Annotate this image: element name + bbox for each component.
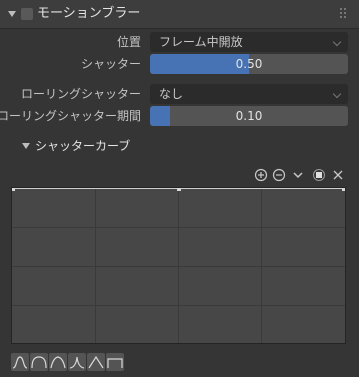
smooth-preset-button[interactable] [11,353,29,371]
clipping-icon[interactable] [312,168,326,186]
panel-header[interactable]: モーションブラー [0,0,359,29]
smooth-curve-icon [12,356,28,369]
shutter-curve-subpanel-header[interactable]: シャッターカーブ [0,136,359,156]
drag-handle-icon[interactable] [340,8,348,20]
motion-blur-checkbox[interactable] [21,8,33,20]
root-curve-icon [50,356,66,369]
shutter-value: 0.50 [235,57,263,71]
collapse-arrow-icon[interactable] [22,143,30,149]
panel-title: モーションブラー [37,6,141,21]
position-dropdown[interactable]: フレーム中開放 [150,32,348,52]
root-preset-button[interactable] [49,353,67,371]
rolling-duration-slider[interactable]: 0.10 [150,106,348,126]
sphere-curve-icon [31,356,47,369]
chevron-down-icon[interactable] [292,168,304,186]
chevron-down-icon [332,37,342,47]
rolling-duration-label: ローリングシャッター期間 [0,109,141,123]
rolling-shutter-value: なし [159,87,184,101]
sharp-curve-icon [69,356,85,369]
curve-control-point[interactable] [177,188,181,191]
sphere-preset-button[interactable] [30,353,48,371]
zoom-in-icon[interactable] [254,168,268,186]
collapse-arrow-icon[interactable] [8,11,16,17]
curve-control-point[interactable] [12,188,15,191]
max-preset-button[interactable] [106,353,124,371]
linear-preset-button[interactable] [87,353,105,371]
rolling-duration-value: 0.10 [235,109,263,123]
position-label: 位置 [116,35,141,49]
linear-curve-icon [88,355,104,369]
max-curve-icon [107,358,123,368]
grid-line [12,266,345,267]
curve-control-point[interactable] [342,188,345,191]
shutter-curve-title: シャッターカーブ [35,139,131,153]
shutter-slider[interactable]: 0.50 [150,54,348,74]
sharp-preset-button[interactable] [68,353,86,371]
position-value: フレーム中開放 [159,35,243,49]
close-icon[interactable] [332,168,344,186]
motion-blur-panel: モーションブラー 位置 フレーム中開放 シャッター 0.50 ローリングシャッタ… [0,0,359,377]
grid-line [12,305,345,306]
shutter-label: シャッター [80,57,141,71]
chevron-down-icon [332,89,342,99]
rolling-shutter-dropdown[interactable]: なし [150,84,348,104]
grid-line [12,227,345,228]
rolling-shutter-label: ローリングシャッター [20,87,141,101]
zoom-out-icon[interactable] [272,168,286,186]
shutter-curve-graph[interactable] [11,187,346,344]
